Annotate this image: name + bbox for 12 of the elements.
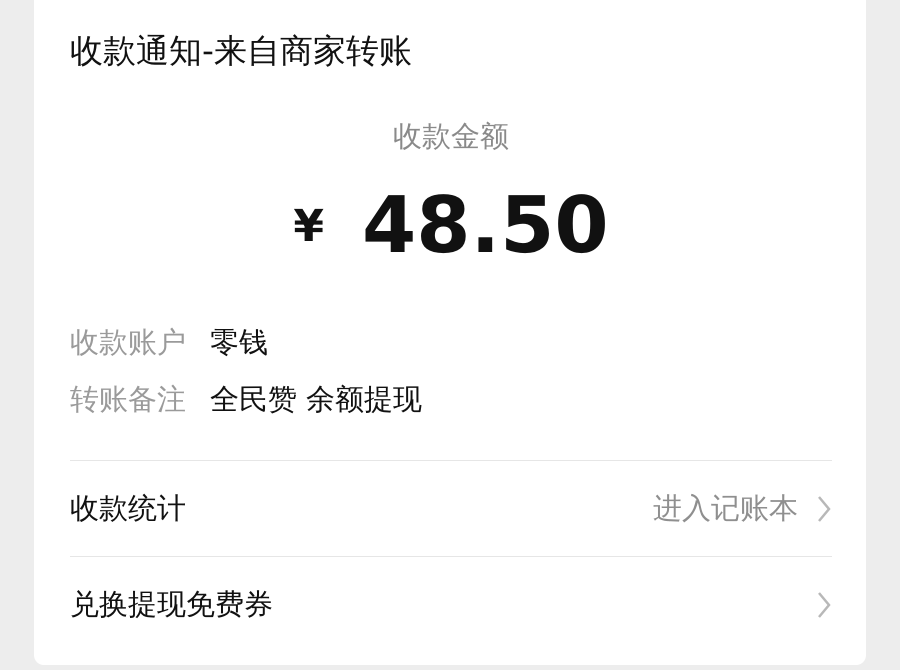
- detail-value: 零钱: [210, 324, 268, 361]
- detail-value: 全民赞 余额提现: [210, 381, 422, 418]
- chevron-right-icon[interactable]: [816, 494, 832, 522]
- detail-label: 收款账户: [70, 324, 186, 361]
- amount-label: 收款金额: [392, 118, 510, 155]
- link-label[interactable]: 收款统计: [70, 488, 653, 528]
- chevron-right-icon[interactable]: [816, 590, 832, 618]
- link-label[interactable]: 兑换提现免费券: [70, 584, 816, 624]
- detail-label: 转账备注: [70, 381, 186, 418]
- amount-value: 48.50: [362, 181, 609, 271]
- notice-title: 收款通知-来自商家转账: [70, 30, 413, 72]
- currency-sign: ¥: [293, 200, 324, 252]
